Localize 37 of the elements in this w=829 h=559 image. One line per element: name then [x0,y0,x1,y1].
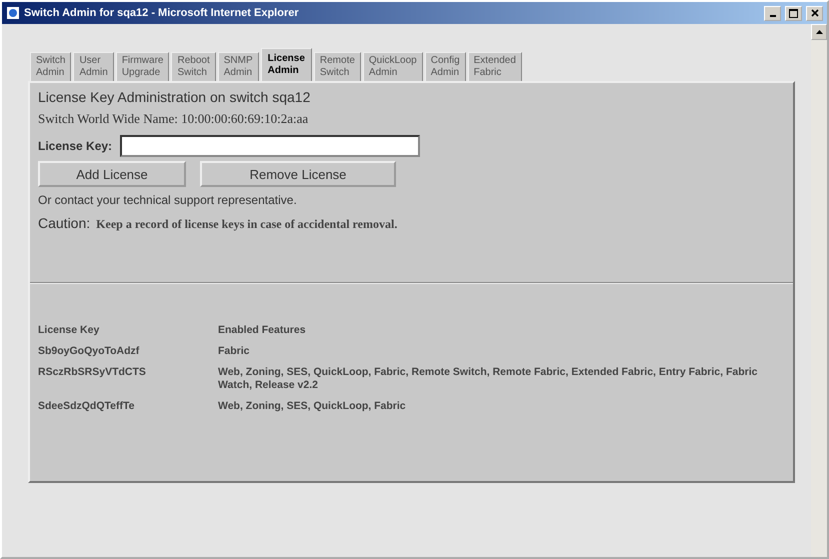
minimize-button[interactable] [764,6,781,20]
browser-icon [6,6,20,20]
tab[interactable]: User Admin [73,52,114,81]
window-title: Switch Admin for sqa12 - Microsoft Internet Explorer [24,7,300,19]
scroll-up-button[interactable] [811,24,827,40]
add-license-button[interactable]: Add License [38,161,186,187]
table-cell-text: Fabric [218,345,251,358]
table-cell-text: Web, Zoning, SES, QuickLoop, Fabric, Remote Switch, Remote Fabric, Extended Fabric, Entry Fabric, Fabric Watch, Release v2.2 [218,366,758,392]
contact-text: Or contact your technical support representative. [38,193,298,207]
license-key-field[interactable] [120,135,420,157]
tab[interactable]: Firmware Upgrade [116,52,170,81]
caution-text: Keep a record of license keys in case of accidental removal. [96,217,398,232]
tab[interactable]: Switch Admin [30,52,72,81]
remove-license-button[interactable]: Remove License [200,161,396,187]
caution-label: Caution: [38,215,90,231]
maximize-button[interactable] [785,6,802,20]
table-cell-text: Web, Zoning, SES, QuickLoop, Fabric [218,400,407,413]
tab[interactable]: Remote Switch [314,52,361,81]
up-arrow-icon [816,30,822,34]
table-cell-text: Sb9oyGoQyoToAdzf [38,345,140,358]
table-cell-text: SdeeSdzQdQTeffTe [38,400,136,413]
close-button[interactable] [806,6,823,20]
tab[interactable]: Config Admin [424,52,466,81]
scrollbar[interactable] [811,24,827,557]
page-heading: License Key Administration on switch sqa12 [38,89,312,105]
table-cell-text: RSczRbSRSyVTdCTS [38,366,147,380]
close-icon [810,9,818,17]
tab[interactable]: License Admin [260,48,312,81]
world-wide-name: Switch World Wide Name: 10:00:00:60:69:10:2a:aa [38,111,310,127]
tab[interactable]: Reboot Switch [171,52,216,81]
tab[interactable]: SNMP Admin [218,52,259,81]
tab[interactable]: QuickLoop Admin [362,52,423,81]
maximize-icon [789,8,798,18]
field-label: License Key: [38,139,112,153]
column-header: License Key [38,324,100,337]
column-header: Enabled Features [218,324,307,337]
tab[interactable]: Extended Fabric [468,52,522,81]
